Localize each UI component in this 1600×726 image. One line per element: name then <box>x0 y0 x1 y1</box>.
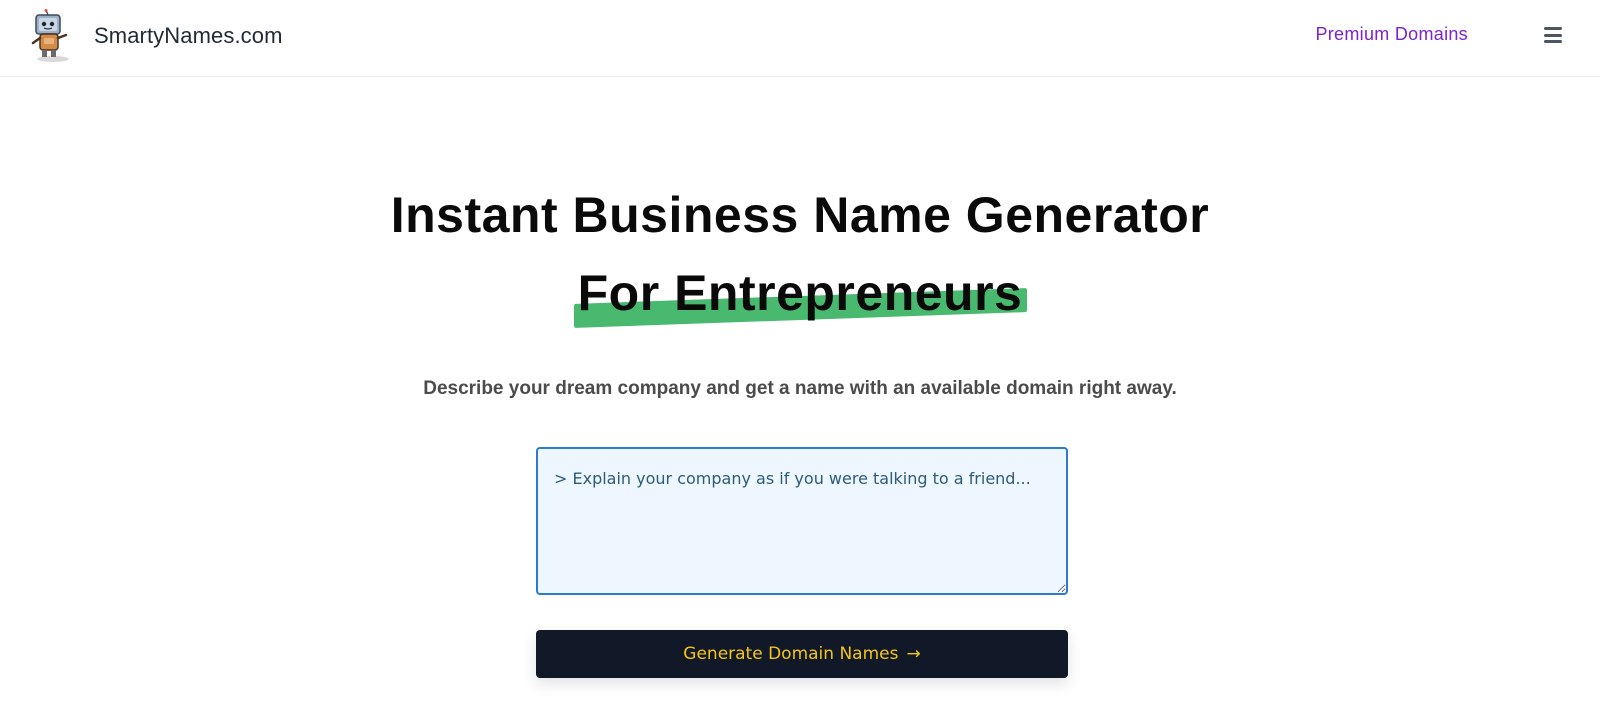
highlighted-title: For Entrepreneurs <box>573 264 1027 328</box>
hamburger-menu-button[interactable] <box>1542 25 1564 45</box>
brand-name: SmartyNames.com <box>94 23 283 48</box>
generate-domain-names-button[interactable]: Generate Domain Names → <box>536 630 1068 678</box>
arrow-right-icon: → <box>906 644 921 664</box>
page-title: Instant Business Name Generator <box>390 187 1210 243</box>
hamburger-menu-icon <box>1544 27 1562 30</box>
highlighted-title-text: For Entrepreneurs <box>577 265 1023 321</box>
hero-subtitle: Describe your dream company and get a na… <box>423 378 1177 399</box>
robot-mascot-icon <box>31 9 69 62</box>
generate-button-label: Generate Domain Names <box>683 644 899 664</box>
page-title-highlight-line: For Entrepreneurs <box>0 264 1600 328</box>
company-description-input[interactable] <box>536 447 1068 595</box>
brand-link[interactable]: SmartyNames.com <box>28 9 283 62</box>
premium-domains-link[interactable]: Premium Domains <box>1315 24 1468 45</box>
top-navigation-bar: SmartyNames.com Premium Domains <box>0 0 1600 77</box>
